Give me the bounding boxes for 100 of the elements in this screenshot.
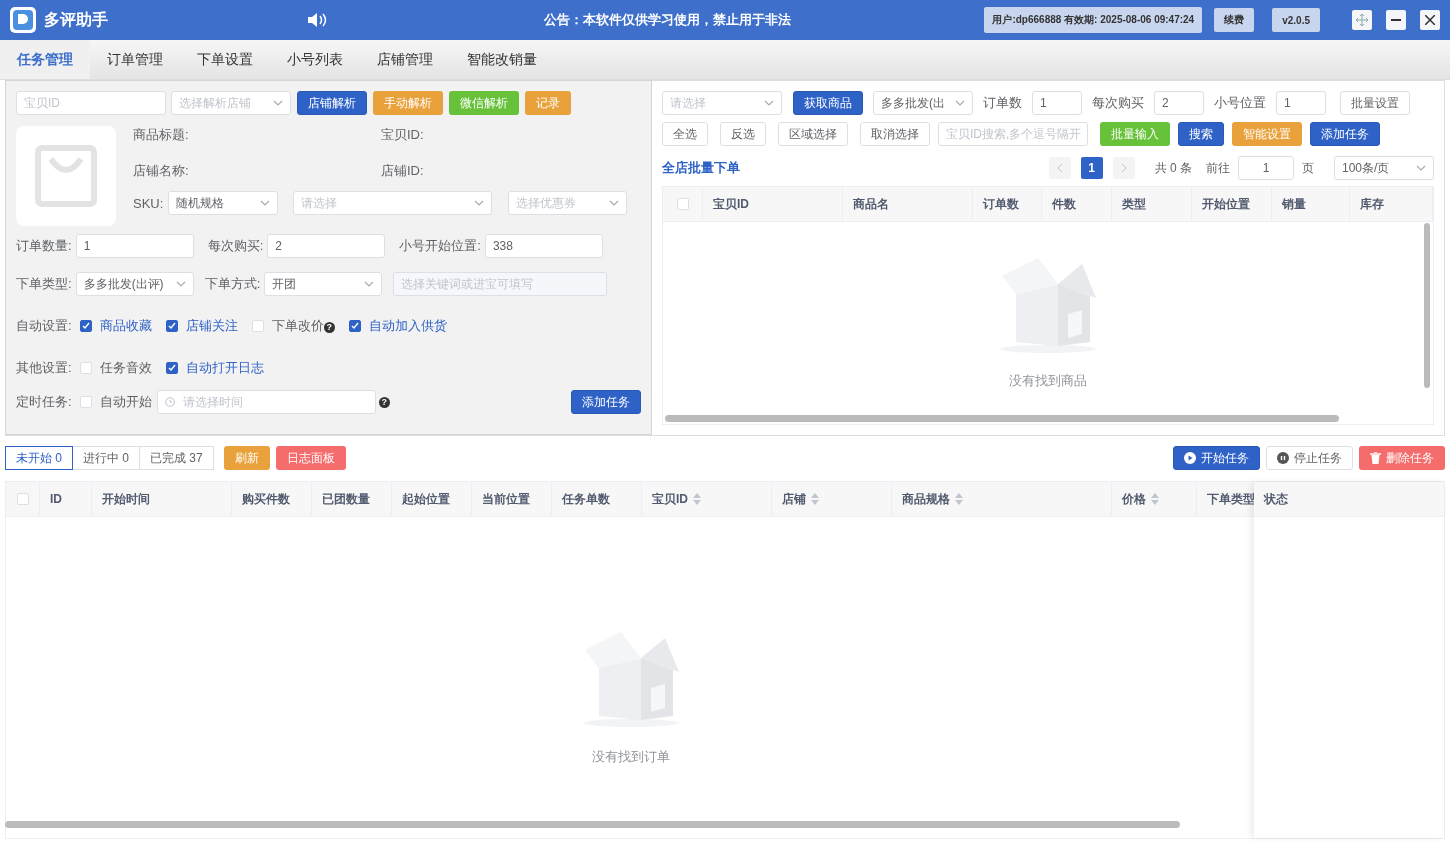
setting-label: 自动设置:: [16, 317, 72, 335]
field-label: 订单数: [983, 94, 1022, 112]
scrollbar[interactable]: [665, 415, 1339, 422]
batch-settings-button[interactable]: 批量设置: [1340, 91, 1410, 115]
speaker-icon[interactable]: [306, 11, 328, 29]
number-field[interactable]: 1: [75, 234, 194, 258]
field-label: 小号位置: [1214, 94, 1266, 112]
column-header: 已团数量: [322, 490, 370, 508]
goto-page-field[interactable]: 1: [1238, 156, 1294, 180]
column-header: 销量: [1282, 195, 1306, 213]
checkbox[interactable]: [348, 320, 361, 332]
announcement-text: 公告：本软件仅供学习使用，禁止用于非法: [544, 11, 792, 29]
user-info: 用户:dp666888 有效期: 2025-08-06 09:47:24: [984, 7, 1203, 33]
selection-button[interactable]: 反选: [720, 122, 766, 146]
version-button[interactable]: v2.0.5: [1272, 8, 1320, 32]
caret-icon: [260, 200, 271, 206]
field-label: 下单类型:: [16, 275, 72, 293]
add-task-button[interactable]: 添加任务: [571, 390, 641, 414]
status-tab[interactable]: 已完成 37: [139, 446, 214, 470]
empty-message: 没有找到订单: [592, 748, 670, 766]
column-header: 类型: [1122, 195, 1146, 213]
sku-select[interactable]: 随机规格: [168, 191, 279, 215]
nav-tab[interactable]: 小号列表: [270, 40, 360, 79]
column-header: 任务单数: [562, 490, 610, 508]
sort-icon[interactable]: [692, 492, 702, 506]
parse-button[interactable]: 店铺解析: [297, 91, 367, 115]
checkbox-label[interactable]: 下单改价 ?: [271, 317, 335, 335]
help-icon[interactable]: ?: [323, 322, 335, 333]
empty-message: 没有找到商品: [1009, 372, 1087, 390]
pause-icon: [1277, 452, 1289, 464]
column-header: 商品规格: [902, 490, 950, 508]
nav-tab[interactable]: 店铺管理: [360, 40, 450, 79]
setting-label: 其他设置:: [16, 359, 72, 377]
close-icon[interactable]: [1420, 10, 1440, 30]
next-page-icon[interactable]: [1112, 157, 1135, 179]
renew-button[interactable]: 续费: [1214, 8, 1255, 32]
sort-icon[interactable]: [1150, 492, 1160, 506]
number-field[interactable]: 2: [1154, 91, 1204, 115]
selection-button[interactable]: 全选: [662, 122, 708, 146]
field-label: 订单数量:: [16, 237, 72, 255]
number-field[interactable]: 338: [484, 234, 603, 258]
selection-button[interactable]: 区域选择: [778, 122, 848, 146]
column-header: 开始位置: [1202, 195, 1250, 213]
fetch-products-button[interactable]: 获取商品: [793, 91, 863, 115]
page-size-select[interactable]: 100条/页: [1334, 156, 1434, 180]
nav-tab[interactable]: 订单管理: [90, 40, 180, 79]
number-field[interactable]: 1: [1276, 91, 1326, 115]
sort-icon[interactable]: [954, 492, 964, 506]
toolbar-button[interactable]: 添加任务: [1310, 122, 1380, 146]
checkbox-label[interactable]: 店铺关注: [185, 317, 238, 335]
field-label: 小号开始位置:: [399, 237, 481, 255]
number-field[interactable]: 1: [1032, 91, 1082, 115]
column-header: 宝贝ID: [713, 195, 749, 213]
column-header: 当前位置: [482, 490, 530, 508]
page-number[interactable]: 1: [1080, 157, 1103, 179]
caret-icon: [955, 100, 965, 106]
toolbar-button[interactable]: 搜索: [1178, 122, 1224, 146]
checkbox-label[interactable]: 任务音效: [99, 359, 152, 377]
nav-tab[interactable]: 智能改销量: [450, 40, 554, 79]
prev-page-icon[interactable]: [1048, 157, 1071, 179]
scrollbar[interactable]: [5, 821, 1180, 828]
status-tab[interactable]: 进行中 0: [72, 446, 141, 470]
checkbox[interactable]: [79, 320, 92, 332]
order-method-select[interactable]: 开团: [264, 272, 383, 296]
column-header: 状态: [1264, 490, 1288, 508]
app-name: 多评助手: [44, 9, 109, 30]
move-icon[interactable]: [1352, 10, 1372, 30]
field-label: 每次购买: [1092, 94, 1144, 112]
nav-tab[interactable]: 下单设置: [180, 40, 270, 79]
column-header: 起始位置: [402, 490, 450, 508]
scrollbar[interactable]: [1424, 223, 1430, 388]
info-label: 宝贝ID:: [381, 128, 425, 142]
checkbox-label[interactable]: 自动加入供货: [368, 317, 447, 335]
sort-icon[interactable]: [810, 492, 820, 506]
help-icon[interactable]: ?: [378, 396, 390, 408]
caret-icon: [609, 200, 620, 206]
checkbox-label[interactable]: 自动开始: [99, 393, 152, 411]
task-button[interactable]: 开始任务: [1173, 446, 1260, 470]
checkbox-label[interactable]: 商品收藏: [99, 317, 152, 335]
play-icon: [1184, 452, 1196, 464]
checkbox-label[interactable]: 自动打开日志: [185, 359, 264, 377]
minimize-icon[interactable]: [1386, 10, 1406, 30]
task-button[interactable]: 停止任务: [1266, 446, 1353, 470]
checkbox[interactable]: [165, 320, 178, 332]
app-logo-icon: [10, 7, 36, 33]
column-header: 宝贝ID: [652, 490, 688, 508]
trash-icon: [1370, 452, 1381, 464]
order-type-select[interactable]: 多多批发(出: [873, 91, 973, 115]
selection-button[interactable]: 取消选择: [860, 122, 930, 146]
info-label: 店铺ID:: [381, 164, 425, 178]
column-header: 订单数: [983, 195, 1019, 213]
order-type-select[interactable]: 多多批发(出评): [75, 272, 194, 296]
status-tab[interactable]: 未开始 0: [5, 446, 73, 470]
column-header: ID: [50, 492, 62, 506]
nav-tab[interactable]: 任务管理: [0, 40, 90, 79]
number-field[interactable]: 2: [267, 234, 386, 258]
checkbox[interactable]: [165, 362, 178, 374]
caret-icon: [364, 281, 375, 287]
caret-icon: [764, 100, 774, 106]
clock-icon: [164, 397, 175, 407]
